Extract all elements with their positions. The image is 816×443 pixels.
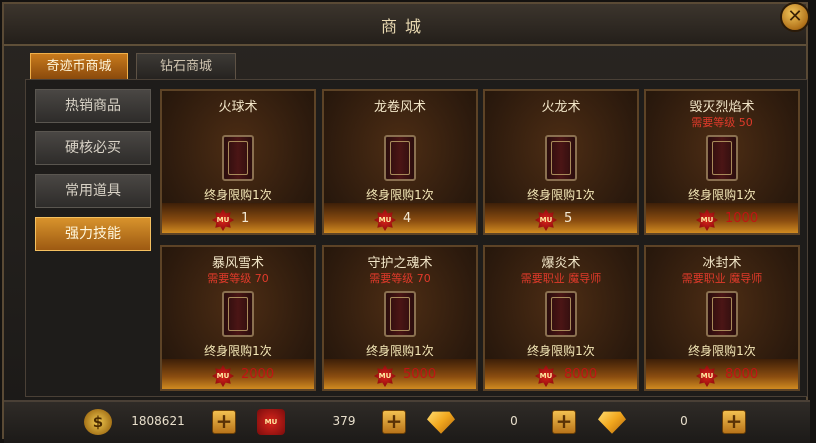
miracle-coin-icon: MU	[257, 409, 285, 435]
item-price: 2000	[241, 367, 275, 382]
gold-coin-value: 1808621	[131, 414, 185, 428]
skill-book-icon	[706, 135, 738, 181]
bound-diamond-icon	[598, 411, 626, 434]
card-price-strip	[324, 203, 476, 233]
tab-miracle-coin-shop[interactable]: 奇迹币商城	[30, 53, 128, 80]
card-price-strip	[162, 203, 314, 233]
add-bound-diamond-button[interactable]: +	[722, 410, 746, 434]
skill-book-icon	[545, 135, 577, 181]
miracle-coin-icon: MU	[212, 209, 234, 231]
shop-window: 商城 ✕ 奇迹币商城 钻石商城 热销商品 硬核必买 常用道具 强力技能 火球术终…	[2, 2, 810, 443]
card-price-strip	[485, 203, 637, 233]
skill-book-icon	[384, 291, 416, 337]
add-gold-button[interactable]: +	[212, 410, 236, 434]
diamond-icon	[427, 411, 455, 434]
purchase-limit: 终身限购1次	[204, 344, 272, 358]
add-miracle-coin-button[interactable]: +	[382, 410, 406, 434]
bound-diamond-value: 0	[680, 414, 688, 428]
close-icon[interactable]: ✕	[780, 2, 810, 32]
item-price: 5000	[403, 367, 437, 382]
add-diamond-button[interactable]: +	[552, 410, 576, 434]
skill-book-icon	[706, 291, 738, 337]
card-price-strip	[324, 359, 476, 389]
item-requirement: 需要职业 魔导师	[520, 272, 602, 285]
purchase-limit: 终身限购1次	[366, 344, 434, 358]
skill-book-icon	[222, 135, 254, 181]
item-name: 爆炎术	[541, 256, 581, 271]
item-price: 8000	[725, 367, 759, 382]
item-price: 1	[241, 211, 250, 226]
title-bar: 商城	[4, 4, 806, 46]
shop-panel: 热销商品 硬核必买 常用道具 强力技能 火球术终身限购1次 MU 1 龙卷风术终身限购…	[25, 79, 808, 397]
window-title: 商城	[380, 17, 429, 36]
card-price-strip	[646, 359, 798, 389]
item-name: 毁灭烈焰术	[689, 100, 755, 115]
purchase-limit: 终身限购1次	[366, 188, 434, 202]
purchase-limit: 终身限购1次	[204, 188, 272, 202]
item-card[interactable]: 火龙术 终身限购1次 MU 5	[483, 89, 639, 235]
item-card[interactable]: 爆炎术 需要职业 魔导师 终身限购1次 MU 8000	[483, 245, 639, 391]
item-name: 龙卷风术	[373, 100, 426, 115]
item-card[interactable]: 守护之魂术 需要等级 70 终身限购1次 MU 5000	[322, 245, 478, 391]
miracle-coin-value: 379	[332, 414, 356, 428]
item-name: 火龙术	[541, 100, 581, 115]
sidebar-item-skills[interactable]: 强力技能	[35, 217, 151, 251]
item-card[interactable]: 暴风雪术 需要等级 70 终身限购1次 MU 2000	[160, 245, 316, 391]
item-card[interactable]: 龙卷风术 终身限购1次 MU 4	[322, 89, 478, 235]
skill-book-icon	[222, 291, 254, 337]
currency-bar: $ 1808621 + MU 379 + 0 + 0 +	[4, 400, 810, 443]
item-price: 5	[564, 211, 573, 226]
item-card[interactable]: 冰封术 需要职业 魔导师 终身限购1次 MU 8000	[644, 245, 800, 391]
item-name: 守护之魂术	[367, 256, 433, 271]
item-price: 1000	[725, 211, 759, 226]
item-requirement: 需要等级 70	[207, 272, 269, 285]
tab-diamond-shop[interactable]: 钻石商城	[136, 53, 236, 80]
card-price-strip	[646, 203, 798, 233]
purchase-limit: 终身限购1次	[527, 344, 595, 358]
diamond-value: 0	[510, 414, 518, 428]
sidebar-item-common[interactable]: 常用道具	[35, 174, 151, 208]
item-requirement: 需要等级 70	[369, 272, 431, 285]
item-card[interactable]: 火球术终身限购1次 MU 1	[160, 89, 316, 235]
purchase-limit: 终身限购1次	[688, 188, 756, 202]
skill-book-icon	[545, 291, 577, 337]
item-name: 暴风雪术	[211, 256, 264, 271]
item-price: 8000	[564, 367, 598, 382]
gold-coin-icon: $	[84, 409, 112, 435]
purchase-limit: 终身限购1次	[527, 188, 595, 202]
skill-book-icon	[384, 135, 416, 181]
item-requirement: 需要等级 50	[691, 116, 753, 129]
item-requirement: 需要职业 魔导师	[681, 272, 763, 285]
sidebar-item-hardcore[interactable]: 硬核必买	[35, 131, 151, 165]
item-name: 冰封术	[702, 256, 742, 271]
purchase-limit: 终身限购1次	[688, 344, 756, 358]
item-price: 4	[403, 211, 412, 226]
item-card[interactable]: 毁灭烈焰术 需要等级 50 终身限购1次 MU 1000	[644, 89, 800, 235]
item-name: 火球术	[218, 100, 258, 115]
card-price-strip	[162, 359, 314, 389]
sidebar-item-hot[interactable]: 热销商品	[35, 89, 151, 123]
card-price-strip	[485, 359, 637, 389]
